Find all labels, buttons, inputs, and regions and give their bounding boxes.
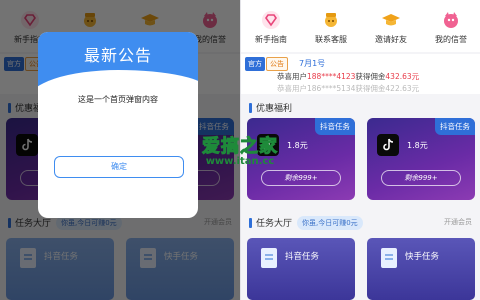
nav-label: 新手指南 (255, 35, 287, 44)
pink-mascot-icon (444, 12, 458, 28)
card-tag: 抖音任务 (315, 118, 355, 135)
hat-avatar-icon (325, 13, 337, 27)
nav-label: 联系客服 (315, 35, 347, 44)
tile-label: 快手任务 (405, 252, 440, 262)
modal-body: 这是一个首页弹窗内容 (78, 95, 158, 104)
remain-button[interactable]: 剩余999+ (381, 170, 461, 186)
open-member-link[interactable]: 开通会员 (444, 217, 472, 227)
welfare-card[interactable]: 抖音任务 1.8元 剩余999+ (247, 118, 355, 200)
task-hall-title: 任务大厅 (249, 216, 292, 229)
card-price: 1.8元 (287, 141, 308, 150)
notice-phone: 188****4123 (307, 72, 356, 81)
nav-item-invite[interactable]: 邀请好友 (361, 0, 421, 52)
notice-date: 7月1号 (299, 59, 326, 68)
notice-prefix: 恭喜用户 (277, 72, 307, 81)
card-tag: 抖音任务 (435, 118, 475, 135)
right-screen: 新手指南 联系客服 邀请好友 我的信誉 官方 公告 7月1号 恭喜用户188**… (240, 0, 480, 300)
announcement-modal: 最新公告 这是一个首页弹窗内容 确定 (38, 32, 198, 218)
card-price: 1.8元 (407, 141, 428, 150)
tiktok-icon (377, 134, 399, 156)
document-icon (261, 248, 277, 268)
notice-line: 恭喜用户188****4123获得佣金432.63元 (277, 71, 419, 82)
top-nav: 新手指南 联系客服 邀请好友 我的信誉 (241, 0, 480, 52)
earn-pill: 你虽,今日可赚0元 (297, 216, 363, 230)
notice-bar[interactable]: 官方 公告 7月1号 恭喜用户188****4123获得佣金432.63元 恭喜… (241, 54, 480, 94)
notice-amount: 432.63元 (385, 72, 420, 81)
left-screen: 新手指南 联系客服 邀请好友 我的信誉 官方 公告 7月1号 优惠福利 抖音任务… (0, 0, 240, 300)
heart-diamond-icon (262, 11, 280, 29)
notice-line-next: 恭喜用户186****5134获得佣金422.63元 (277, 84, 420, 93)
official-badge: 官方 (245, 57, 265, 71)
task-tile-kuaishou[interactable]: 快手任务 (367, 238, 475, 300)
nav-item-credit[interactable]: 我的信誉 (421, 0, 480, 52)
notice-mid: 获得佣金 (355, 72, 386, 81)
welfare-title: 优惠福利 (249, 101, 292, 114)
nav-label: 我的信誉 (435, 35, 467, 44)
notice-badge: 公告 (266, 57, 288, 71)
remain-button[interactable]: 剩余999+ (261, 170, 341, 186)
tile-label: 抖音任务 (285, 252, 320, 262)
welfare-card[interactable]: 抖音任务 1.8元 剩余999+ (367, 118, 475, 200)
tiktok-icon (257, 134, 279, 156)
task-tile-douyin[interactable]: 抖音任务 (247, 238, 355, 300)
modal-title: 最新公告 (83, 46, 152, 65)
document-icon (381, 248, 397, 268)
graduation-cap-icon (382, 14, 400, 26)
nav-label: 邀请好友 (375, 35, 407, 44)
nav-item-guide[interactable]: 新手指南 (241, 0, 301, 52)
confirm-button[interactable]: 确定 (54, 156, 184, 178)
nav-item-service[interactable]: 联系客服 (301, 0, 361, 52)
